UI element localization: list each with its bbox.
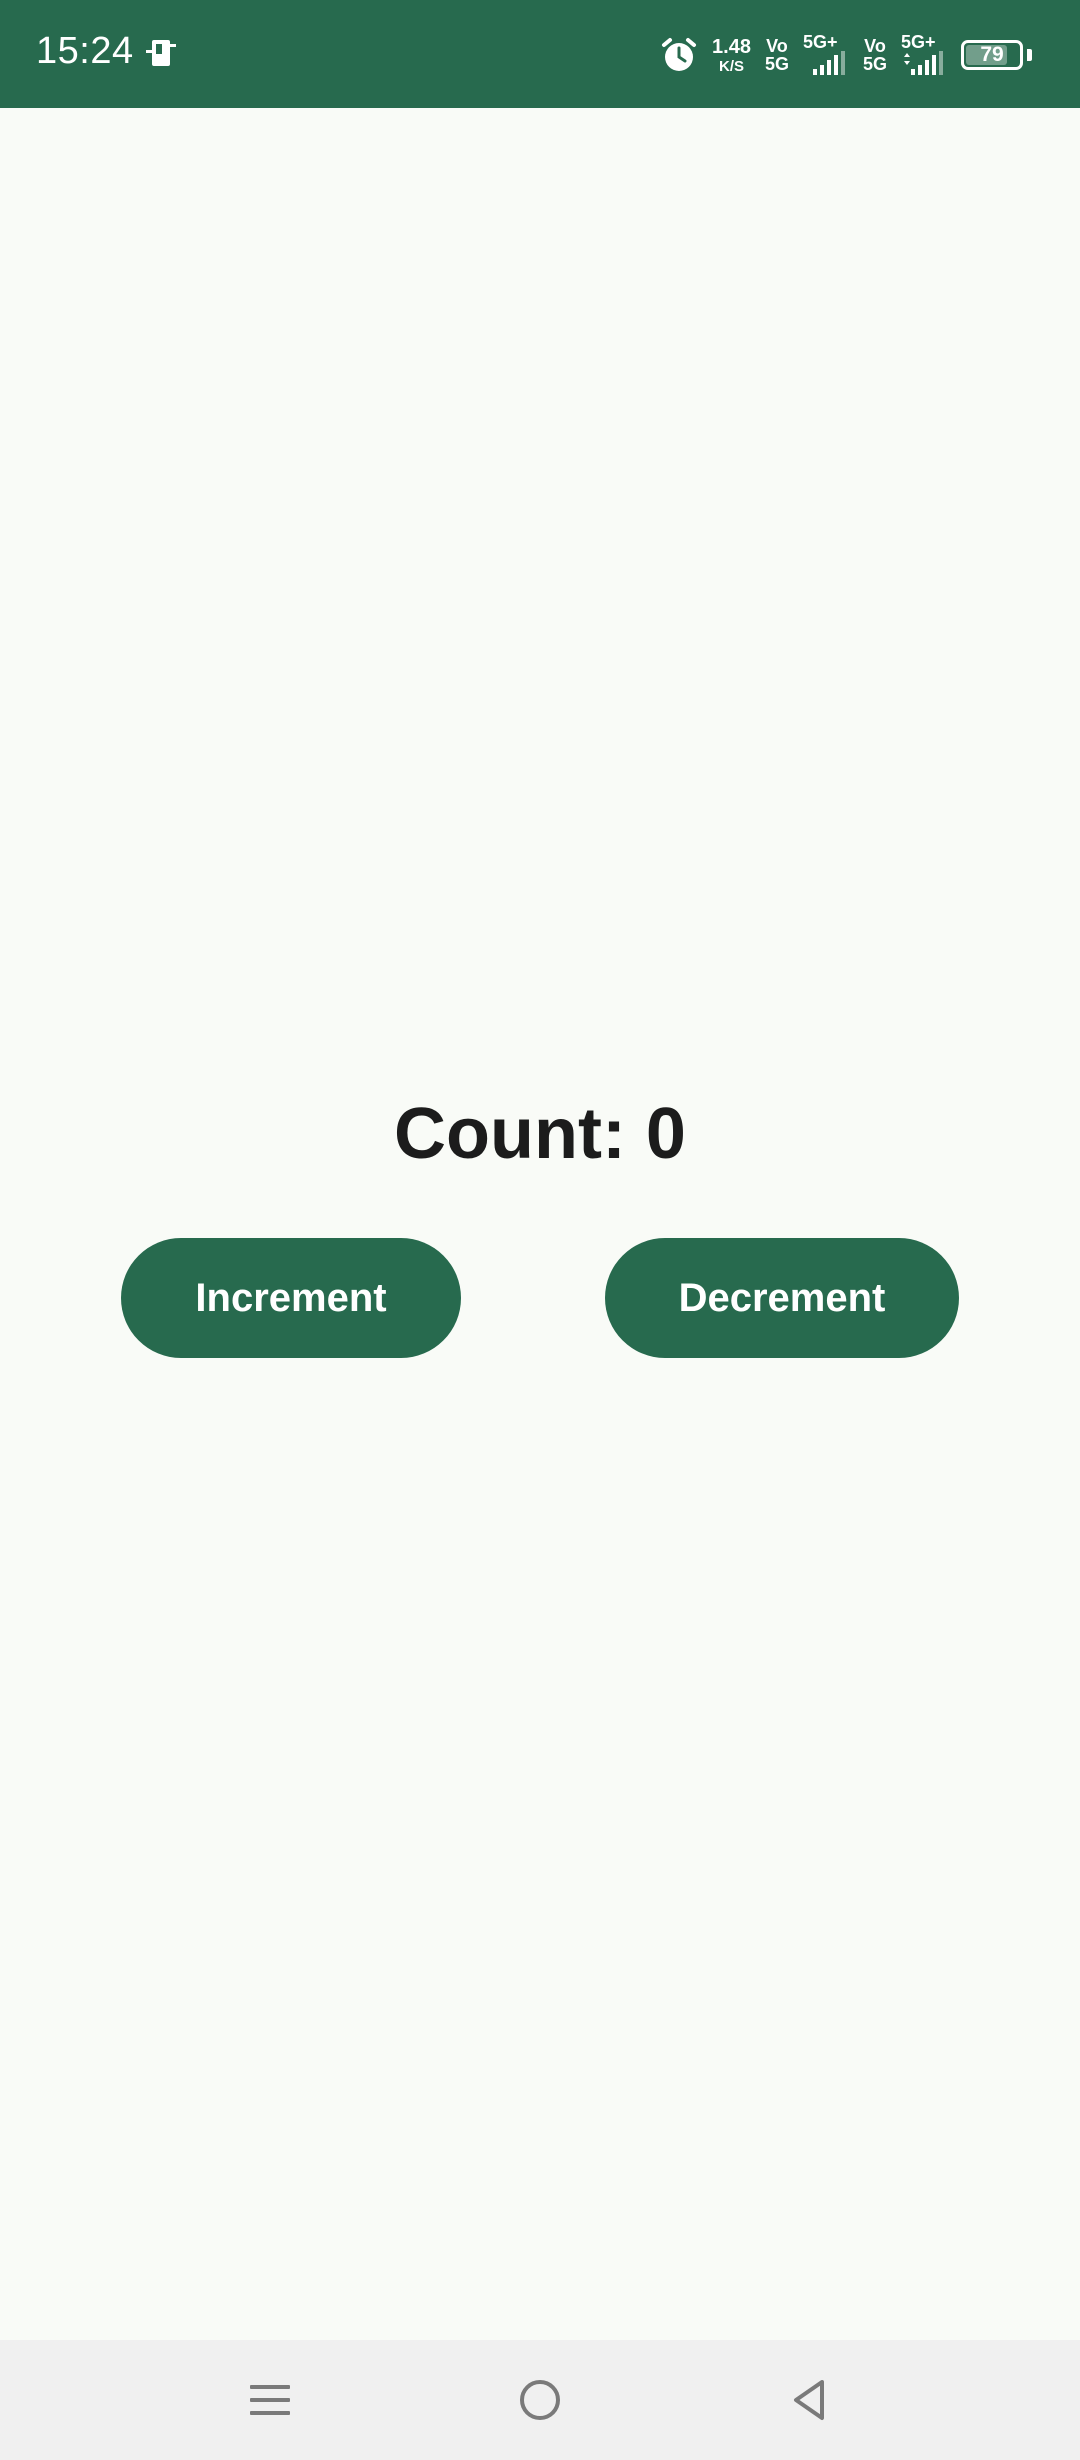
sim1-vo-label: Vo [766, 36, 788, 56]
battery-level: 79 [980, 43, 1004, 66]
sim2-network-type: 5G+ [901, 32, 936, 52]
main-content: Count: 0 Increment Decrement [0, 108, 1080, 2340]
home-icon [520, 2380, 560, 2420]
back-button[interactable] [780, 2370, 840, 2430]
menu-icon [250, 2385, 290, 2415]
sim1-volte: Vo 5G [765, 37, 789, 73]
sim2-signal: 5G+ [901, 33, 947, 77]
network-speed: 1.48 K/S [712, 37, 751, 74]
sim1-network-type: 5G+ [802, 32, 838, 52]
count-label: Count: 0 [394, 1094, 686, 1174]
sim2-volte: Vo 5G [863, 37, 887, 73]
navigation-bar [0, 2340, 1080, 2460]
alarm-icon [662, 38, 697, 71]
sim1-5g-label: 5G [764, 54, 789, 74]
sim-card-icon [146, 40, 176, 66]
status-bar: 15:24 1.48 K/S Vo 5G 5G+ Vo 5G 5G+ 79 [0, 0, 1080, 108]
battery-nub [1027, 49, 1032, 61]
signal-icon [812, 51, 845, 75]
status-icons: 1.48 K/S Vo 5G 5G+ Vo 5G 5G+ 79 [660, 30, 1032, 80]
status-time: 15:24 [36, 30, 134, 72]
recent-apps-button[interactable] [240, 2370, 300, 2430]
sim2-5g-label: 5G [862, 54, 887, 74]
back-icon [794, 2380, 824, 2420]
increment-button[interactable]: Increment [121, 1238, 461, 1358]
sim2-vo-label: Vo [864, 36, 886, 56]
network-speed-value: 1.48 [712, 35, 751, 58]
sim1-signal: 5G+ [803, 33, 849, 77]
home-button[interactable] [510, 2370, 570, 2430]
signal-icon [904, 51, 943, 75]
network-speed-unit: K/S [718, 57, 744, 75]
decrement-button[interactable]: Decrement [605, 1238, 959, 1358]
battery-icon: 79 [961, 40, 1023, 70]
